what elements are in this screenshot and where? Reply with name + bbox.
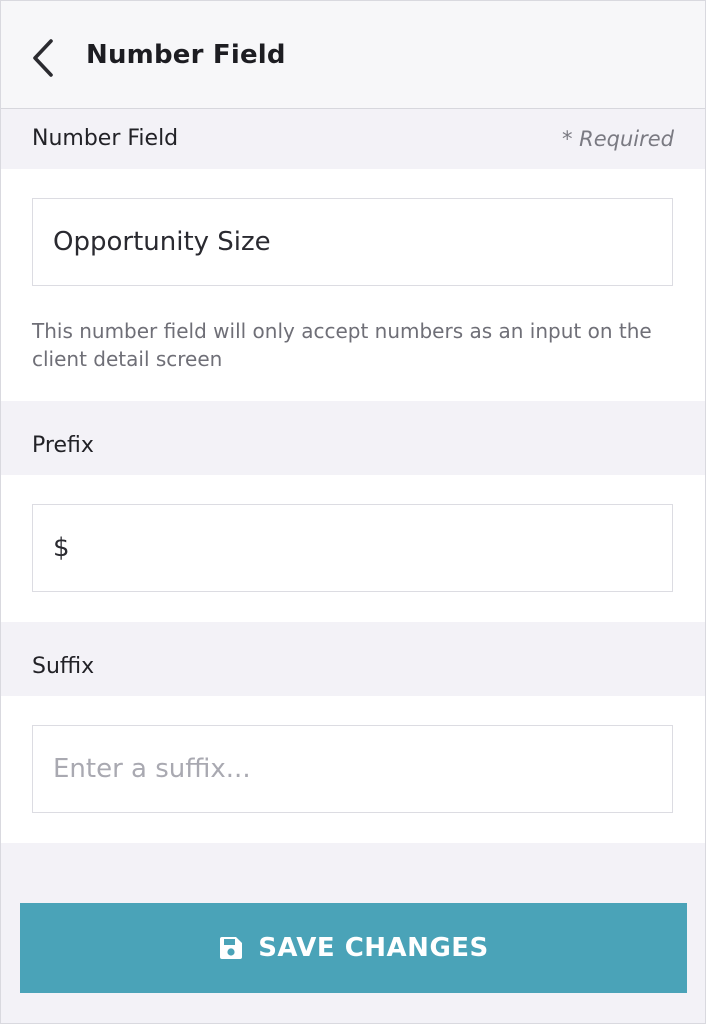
page-title: Number Field — [86, 40, 286, 70]
number-field-block: This number field will only accept numbe… — [1, 169, 705, 401]
suffix-block — [1, 696, 705, 843]
prefix-label-bar: Prefix — [1, 401, 705, 475]
number-field-label: Number Field — [32, 126, 179, 151]
header-bar: Number Field — [1, 1, 705, 109]
suffix-label-bar: Suffix — [1, 622, 705, 696]
number-field-helper-text: This number field will only accept numbe… — [32, 319, 652, 371]
save-changes-button[interactable]: SAVE CHANGES — [20, 903, 687, 993]
prefix-field-box — [32, 504, 673, 592]
number-field-input[interactable] — [33, 199, 672, 285]
number-field-box — [32, 198, 673, 286]
save-changes-label: SAVE CHANGES — [258, 933, 489, 963]
required-indicator: * Required — [561, 127, 674, 151]
app-frame: Number Field Number Field * Required Thi… — [0, 0, 706, 1024]
chevron-left-icon — [33, 39, 53, 77]
suffix-input[interactable] — [33, 726, 672, 812]
back-button[interactable] — [25, 35, 65, 81]
suffix-label: Suffix — [32, 654, 95, 679]
number-field-label-bar: Number Field * Required — [1, 109, 705, 169]
suffix-field-box — [32, 725, 673, 813]
prefix-label: Prefix — [32, 433, 94, 458]
floppy-disk-icon — [220, 937, 243, 959]
prefix-input[interactable] — [33, 505, 672, 591]
prefix-block — [1, 475, 705, 622]
